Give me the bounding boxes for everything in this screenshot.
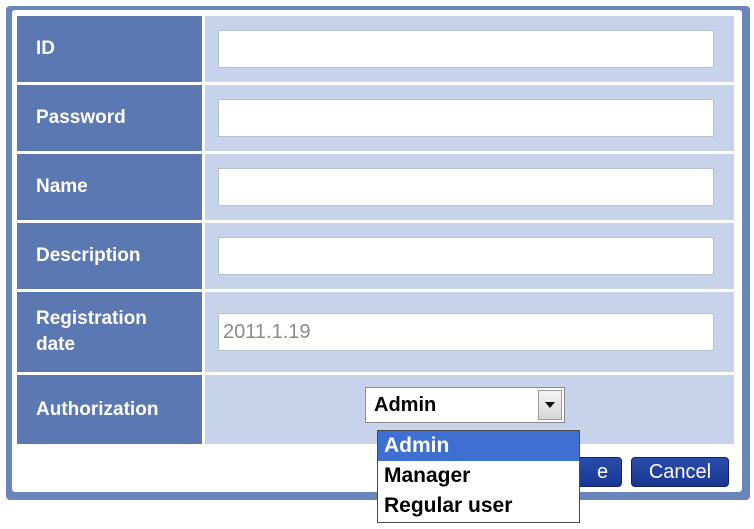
- registration-date-cell: 2011.1.19: [205, 292, 734, 372]
- authorization-label: Authorization: [17, 375, 202, 444]
- authorization-select[interactable]: Admin: [365, 387, 565, 423]
- form-row-password: Password: [17, 85, 734, 151]
- description-cell: [205, 223, 734, 289]
- dropdown-toggle-button[interactable]: [538, 390, 562, 420]
- name-cell: [205, 154, 734, 220]
- form-row-authorization: Authorization Admin: [17, 375, 734, 444]
- id-cell: [205, 16, 734, 82]
- option-regular-user[interactable]: Regular user: [378, 491, 579, 521]
- id-label: ID: [17, 16, 202, 82]
- cancel-button[interactable]: Cancel: [631, 457, 729, 487]
- name-input[interactable]: [218, 168, 714, 206]
- option-admin[interactable]: Admin: [378, 431, 579, 461]
- password-input[interactable]: [218, 99, 714, 137]
- authorization-selected-value: Admin: [374, 394, 437, 416]
- option-manager[interactable]: Manager: [378, 461, 579, 491]
- id-input[interactable]: [218, 30, 714, 68]
- authorization-options-list: Admin Manager Regular user: [377, 430, 580, 523]
- chevron-down-icon: [545, 402, 555, 408]
- registration-date-label-line1: Registration: [36, 308, 147, 329]
- description-label: Description: [17, 223, 202, 289]
- registration-date-label-line2: date: [36, 334, 76, 355]
- form-row-name: Name: [17, 154, 734, 220]
- form-row-registration-date: Registration date 2011.1.19: [17, 292, 734, 372]
- user-form: ID Password Name Description Registratio…: [17, 16, 734, 444]
- form-row-id: ID: [17, 16, 734, 82]
- registration-date-label: Registration date: [17, 292, 202, 372]
- description-input[interactable]: [218, 237, 714, 275]
- name-label: Name: [17, 154, 202, 220]
- registration-date-field: 2011.1.19: [218, 313, 714, 351]
- form-row-description: Description: [17, 223, 734, 289]
- password-label: Password: [17, 85, 202, 151]
- password-cell: [205, 85, 734, 151]
- save-button-label: e: [596, 460, 609, 483]
